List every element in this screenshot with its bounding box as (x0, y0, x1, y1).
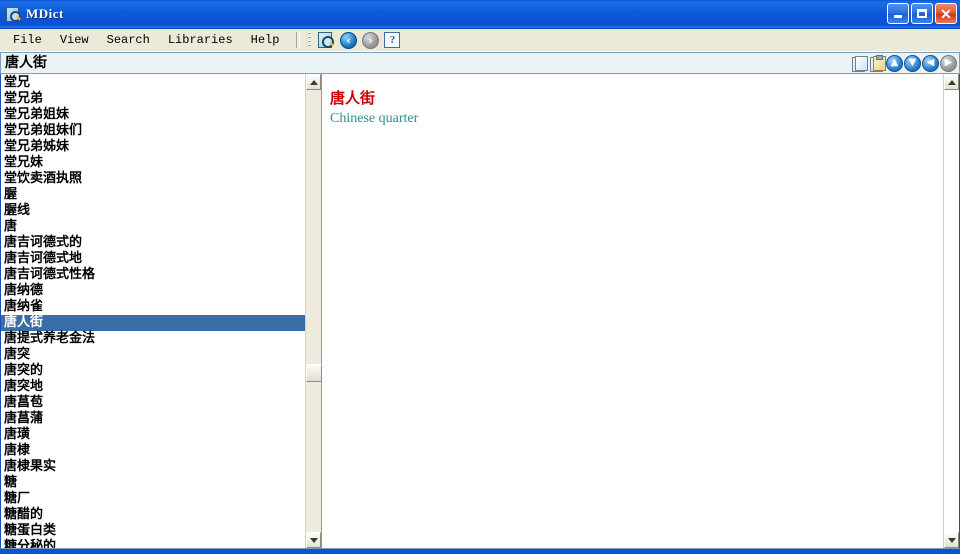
article-content: 唐人街 Chinese quarter (322, 74, 943, 548)
menu-bar: File View Search Libraries Help ‹ › ? (0, 29, 960, 52)
article-scroll-up-button[interactable] (944, 74, 959, 90)
mdict-window: MDict ✕ File View Search Libraries Help (0, 0, 960, 554)
article-scroll-down-button[interactable] (944, 532, 959, 548)
wordlist-item[interactable]: 腛 (1, 187, 305, 203)
close-button[interactable]: ✕ (935, 3, 957, 24)
wordlist-item[interactable]: 唐吉诃德式的 (1, 235, 305, 251)
help-icon: ? (384, 32, 401, 48)
wordlist-item[interactable]: 糖 (1, 475, 305, 491)
wordlist-item[interactable]: 唐纳德 (1, 283, 305, 299)
history-back-icon: ◀ (922, 54, 939, 72)
wordlist[interactable]: 堂兄 堂兄弟 堂兄弟姐妹 堂兄弟姐妹们 堂兄弟姊妹 堂兄妹 堂饮卖酒执照腛腛线唐唐吉诃德式的… (1, 74, 305, 548)
wordlist-scroll-down-button[interactable] (306, 532, 321, 548)
window-bottom-edge (0, 549, 960, 554)
wordlist-item[interactable]: 唐菖苞 (1, 395, 305, 411)
wordlist-item[interactable]: 腛线 (1, 203, 305, 219)
wordlist-item[interactable]: 唐吉诃德式地 (1, 251, 305, 267)
wordlist-item[interactable]: 唐 (1, 219, 305, 235)
wordlist-item[interactable]: 堂兄弟姐妹们 (1, 123, 305, 139)
menu-item-libraries[interactable]: Libraries (159, 31, 242, 49)
article-definition: Chinese quarter (330, 111, 419, 126)
search-row: 唐人街 ▲ ▼ ◀ ▶ (0, 52, 960, 74)
search-input-value: 唐人街 (5, 55, 47, 71)
wordlist-item[interactable]: 糖厂 (1, 491, 305, 507)
main-body: 堂兄 堂兄弟 堂兄弟姐妹 堂兄弟姐妹们 堂兄弟姊妹 堂兄妹 堂饮卖酒执照腛腛线唐唐吉诃德式的… (0, 74, 960, 549)
toolbar-help-button[interactable]: ? (382, 31, 402, 49)
chevron-down-icon (947, 537, 956, 543)
article-headword: 唐人街 (330, 89, 376, 107)
menu-item-file[interactable]: File (4, 31, 51, 49)
minimize-button[interactable] (887, 3, 909, 24)
scroll-down-button[interactable]: ▼ (904, 54, 921, 72)
chevron-up-icon (309, 79, 318, 85)
forward-icon: › (361, 31, 379, 49)
scroll-up-icon: ▲ (886, 54, 903, 72)
scroll-down-icon: ▼ (904, 54, 921, 72)
article-pane: 唐人街 Chinese quarter (322, 74, 960, 549)
title-bar: MDict ✕ (0, 0, 960, 29)
wordlist-item[interactable]: 唐纳雀 (1, 299, 305, 315)
wordlist-item[interactable]: 糖醋的 (1, 507, 305, 523)
wordlist-item[interactable]: 唐璜 (1, 427, 305, 443)
wordlist-item[interactable]: 唐提式养老金法 (1, 331, 305, 347)
wordlist-item[interactable]: 唐突地 (1, 379, 305, 395)
wordlist-item[interactable]: 堂兄弟 (1, 91, 305, 107)
wordlist-item[interactable]: 堂兄 (1, 75, 305, 91)
paste-button[interactable] (868, 54, 886, 72)
menu-item-help[interactable]: Help (242, 31, 289, 49)
wordlist-item[interactable]: 唐吉诃德式性格 (1, 267, 305, 283)
app-dictionary-icon (5, 6, 21, 22)
history-forward-icon: ▶ (940, 54, 957, 72)
article-scrollbar[interactable] (943, 74, 959, 548)
toolbar-grip[interactable] (308, 32, 312, 48)
chevron-down-icon (309, 537, 318, 543)
wordlist-item[interactable]: 堂兄弟姊妹 (1, 139, 305, 155)
scroll-up-button[interactable]: ▲ (886, 54, 903, 72)
maximize-button[interactable] (911, 3, 933, 24)
wordlist-item[interactable]: 唐突 (1, 347, 305, 363)
search-dictionary-icon (318, 32, 335, 48)
article-scroll-track[interactable] (944, 90, 959, 532)
history-back-button[interactable]: ◀ (922, 54, 939, 72)
history-forward-button[interactable]: ▶ (940, 54, 957, 72)
wordlist-scroll-track[interactable] (306, 90, 322, 532)
wordlist-item[interactable]: 糖蛋白类 (1, 523, 305, 539)
toolbar-separator (296, 32, 301, 48)
wordlist-scrollbar[interactable] (305, 74, 322, 548)
wordlist-item[interactable]: 唐棣果实 (1, 459, 305, 475)
wordlist-item[interactable]: 唐人街 (1, 315, 305, 331)
wordlist-scroll-thumb[interactable] (306, 364, 322, 383)
minimize-icon (894, 15, 902, 18)
copy-button[interactable] (850, 55, 868, 72)
wordlist-item[interactable]: 堂兄弟姐妹 (1, 107, 305, 123)
copy-icon (851, 55, 868, 72)
wordlist-item[interactable]: 唐棣 (1, 443, 305, 459)
toolbar-back-button[interactable]: ‹ (338, 31, 358, 49)
window-controls: ✕ (887, 3, 957, 24)
chevron-up-icon (947, 79, 956, 85)
close-icon: ✕ (940, 5, 952, 22)
back-icon: ‹ (339, 31, 357, 49)
wordlist-item[interactable]: 唐突的 (1, 363, 305, 379)
toolbar-forward-button[interactable]: › (360, 31, 380, 49)
search-toolbar: ▲ ▼ ◀ ▶ (850, 52, 960, 74)
search-input[interactable]: 唐人街 (0, 52, 850, 74)
wordlist-item[interactable]: 糖分秘的 (1, 539, 305, 548)
maximize-icon (917, 9, 927, 18)
toolbar-search-button[interactable] (316, 31, 336, 49)
paste-icon (869, 54, 886, 72)
wordlist-scroll-up-button[interactable] (306, 74, 321, 90)
wordlist-item[interactable]: 堂兄妹 (1, 155, 305, 171)
menu-item-search[interactable]: Search (98, 31, 159, 49)
menu-item-view[interactable]: View (51, 31, 98, 49)
wordlist-item[interactable]: 唐菖蒲 (1, 411, 305, 427)
window-title: MDict (26, 6, 64, 21)
wordlist-item[interactable]: 堂饮卖酒执照 (1, 171, 305, 187)
wordlist-pane: 堂兄 堂兄弟 堂兄弟姐妹 堂兄弟姐妹们 堂兄弟姊妹 堂兄妹 堂饮卖酒执照腛腛线唐唐吉诃德式的… (0, 74, 322, 549)
